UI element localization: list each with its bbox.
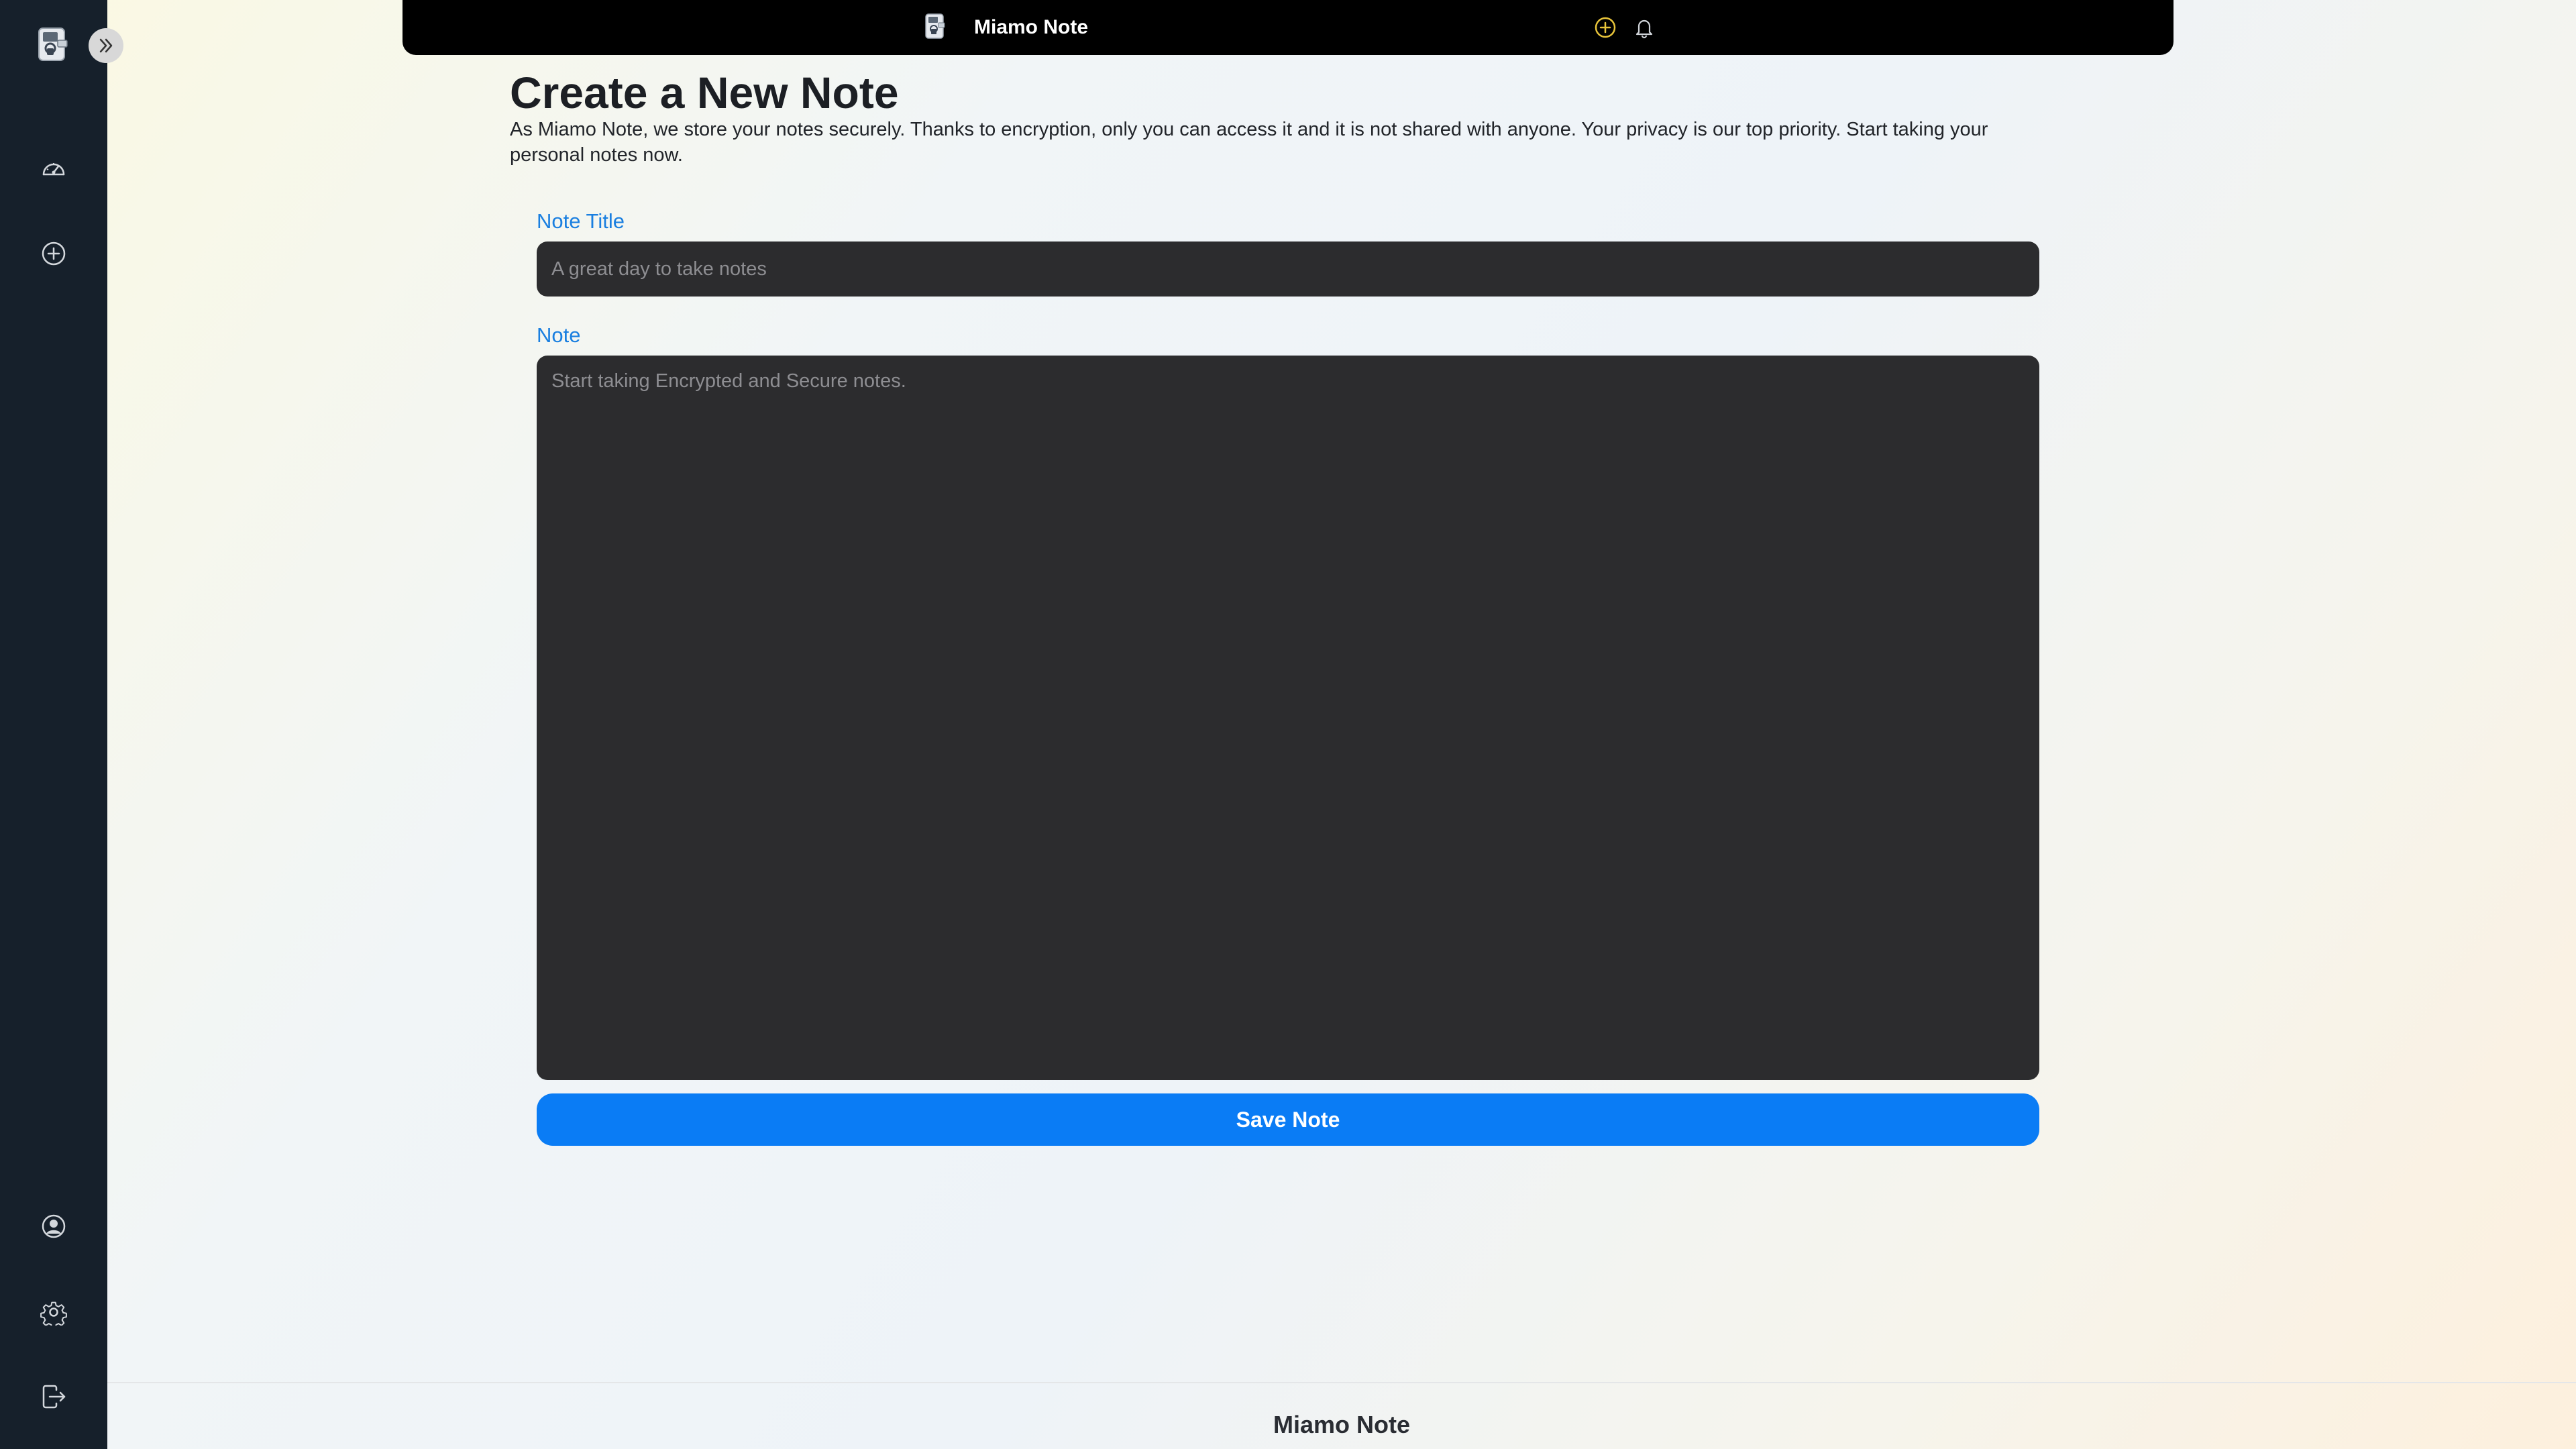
- dashboard-icon: [42, 163, 65, 176]
- double-chevron-right-icon: [99, 38, 113, 53]
- app-title: Miamo Note: [974, 16, 1089, 38]
- footer: Miamo Note: [107, 1382, 2576, 1449]
- sidebar-item-logout[interactable]: [38, 1381, 70, 1413]
- note-label: Note: [537, 323, 581, 347]
- sidebar-expand-button[interactable]: [89, 28, 123, 63]
- bell-icon: [1635, 19, 1653, 39]
- page-title: Create a New Note: [510, 68, 899, 117]
- logout-icon: [42, 1385, 66, 1409]
- notifications-button[interactable]: [1631, 15, 1657, 40]
- note-textarea[interactable]: [537, 356, 2039, 1080]
- footer-text: Miamo Note: [1273, 1411, 1410, 1438]
- save-note-button[interactable]: Save Note: [537, 1093, 2039, 1146]
- sidebar-item-new-note[interactable]: [38, 237, 70, 270]
- app-logo-icon[interactable]: [38, 27, 68, 63]
- sidebar: [0, 0, 123, 1449]
- sidebar-item-profile[interactable]: [38, 1210, 70, 1242]
- sidebar-item-dashboard[interactable]: [38, 153, 70, 185]
- sidebar-item-settings[interactable]: [38, 1296, 70, 1328]
- note-title-label: Note Title: [537, 209, 625, 233]
- plus-circle-icon: [1595, 17, 1616, 38]
- app-logo-icon[interactable]: [925, 13, 945, 40]
- add-note-icon: [42, 241, 66, 266]
- page-description: As Miamo Note, we store your notes secur…: [510, 119, 1988, 166]
- settings-icon: [40, 1301, 67, 1326]
- profile-icon: [42, 1214, 66, 1238]
- note-title-input[interactable]: [537, 241, 2039, 297]
- top-bar: Miamo Note: [402, 0, 2174, 55]
- add-note-button[interactable]: [1593, 15, 1618, 40]
